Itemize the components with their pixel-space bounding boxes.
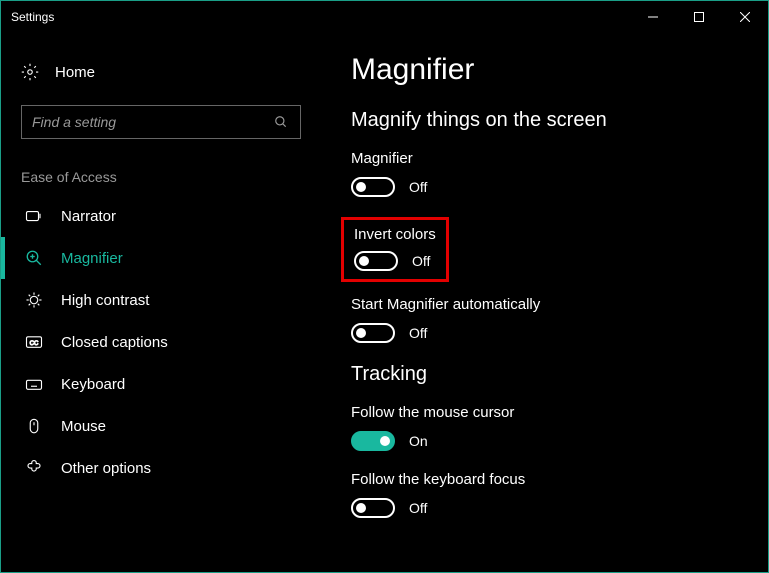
high-contrast-icon bbox=[25, 291, 43, 309]
toggle-row: Off bbox=[351, 498, 738, 518]
sidebar: Home Ease of Access Narrator Magnifi bbox=[1, 33, 321, 572]
toggle-state: On bbox=[409, 433, 428, 449]
toggle-follow-keyboard[interactable] bbox=[351, 498, 395, 518]
minimize-button[interactable] bbox=[630, 1, 676, 33]
settings-window: Settings Home bbox=[0, 0, 769, 573]
search-icon bbox=[272, 113, 290, 131]
toggle-knob bbox=[359, 256, 369, 266]
main-panel: Magnifier Magnify things on the screen M… bbox=[321, 33, 768, 572]
sidebar-item-label: Closed captions bbox=[61, 334, 168, 351]
setting-label: Follow the keyboard focus bbox=[351, 471, 738, 488]
toggle-knob bbox=[356, 182, 366, 192]
toggle-row: Off bbox=[351, 177, 738, 197]
sidebar-item-label: Narrator bbox=[61, 208, 116, 225]
toggle-state: Off bbox=[409, 500, 427, 516]
home-label: Home bbox=[55, 64, 95, 81]
maximize-icon bbox=[694, 12, 704, 22]
setting-start-automatically: Start Magnifier automatically Off bbox=[351, 296, 738, 343]
toggle-magnifier[interactable] bbox=[351, 177, 395, 197]
minimize-icon bbox=[648, 12, 658, 22]
setting-label: Invert colors bbox=[354, 226, 436, 243]
gear-icon bbox=[21, 63, 39, 81]
toggle-knob bbox=[356, 503, 366, 513]
closed-captions-icon: CC bbox=[25, 333, 43, 351]
sidebar-item-label: Mouse bbox=[61, 418, 106, 435]
toggle-row: On bbox=[351, 431, 738, 451]
toggle-state: Off bbox=[409, 179, 427, 195]
window-title: Settings bbox=[11, 10, 54, 24]
other-options-icon bbox=[25, 459, 43, 477]
content-area: Home Ease of Access Narrator Magnifi bbox=[1, 33, 768, 572]
sidebar-item-keyboard[interactable]: Keyboard bbox=[1, 363, 321, 405]
keyboard-icon bbox=[25, 375, 43, 393]
setting-follow-keyboard: Follow the keyboard focus Off bbox=[351, 471, 738, 518]
mouse-icon bbox=[25, 417, 43, 435]
svg-text:CC: CC bbox=[30, 341, 39, 347]
narrator-icon bbox=[25, 207, 43, 225]
sidebar-item-other-options[interactable]: Other options bbox=[1, 447, 321, 489]
sidebar-item-label: High contrast bbox=[61, 292, 149, 309]
setting-label: Follow the mouse cursor bbox=[351, 404, 738, 421]
toggle-knob bbox=[356, 328, 366, 338]
home-button[interactable]: Home bbox=[1, 53, 321, 91]
toggle-follow-mouse[interactable] bbox=[351, 431, 395, 451]
toggle-row: Off bbox=[351, 323, 738, 343]
setting-follow-mouse: Follow the mouse cursor On bbox=[351, 404, 738, 451]
close-button[interactable] bbox=[722, 1, 768, 33]
search-input[interactable] bbox=[32, 114, 272, 130]
window-controls bbox=[630, 1, 768, 33]
setting-label: Magnifier bbox=[351, 150, 738, 167]
toggle-state: Off bbox=[409, 325, 427, 341]
section-title-tracking: Tracking bbox=[351, 363, 738, 386]
sidebar-item-magnifier[interactable]: Magnifier bbox=[1, 237, 321, 279]
maximize-button[interactable] bbox=[676, 1, 722, 33]
highlight-invert-colors: Invert colors Off bbox=[341, 217, 449, 282]
magnifier-icon bbox=[25, 249, 43, 267]
toggle-knob bbox=[380, 436, 390, 446]
setting-label: Start Magnifier automatically bbox=[351, 296, 738, 313]
sidebar-item-label: Magnifier bbox=[61, 250, 123, 267]
sidebar-item-label: Keyboard bbox=[61, 376, 125, 393]
sidebar-item-high-contrast[interactable]: High contrast bbox=[1, 279, 321, 321]
toggle-invert-colors[interactable] bbox=[354, 251, 398, 271]
sidebar-item-closed-captions[interactable]: CC Closed captions bbox=[1, 321, 321, 363]
section-title-magnify: Magnify things on the screen bbox=[351, 109, 738, 132]
page-title: Magnifier bbox=[351, 53, 738, 87]
close-icon bbox=[740, 12, 750, 22]
sidebar-category: Ease of Access bbox=[1, 159, 321, 195]
toggle-row: Off bbox=[354, 251, 436, 271]
toggle-state: Off bbox=[412, 253, 430, 269]
titlebar: Settings bbox=[1, 1, 768, 33]
sidebar-item-narrator[interactable]: Narrator bbox=[1, 195, 321, 237]
sidebar-item-mouse[interactable]: Mouse bbox=[1, 405, 321, 447]
search-box[interactable] bbox=[21, 105, 301, 139]
sidebar-item-label: Other options bbox=[61, 460, 151, 477]
setting-magnifier: Magnifier Off bbox=[351, 150, 738, 197]
toggle-start-automatically[interactable] bbox=[351, 323, 395, 343]
